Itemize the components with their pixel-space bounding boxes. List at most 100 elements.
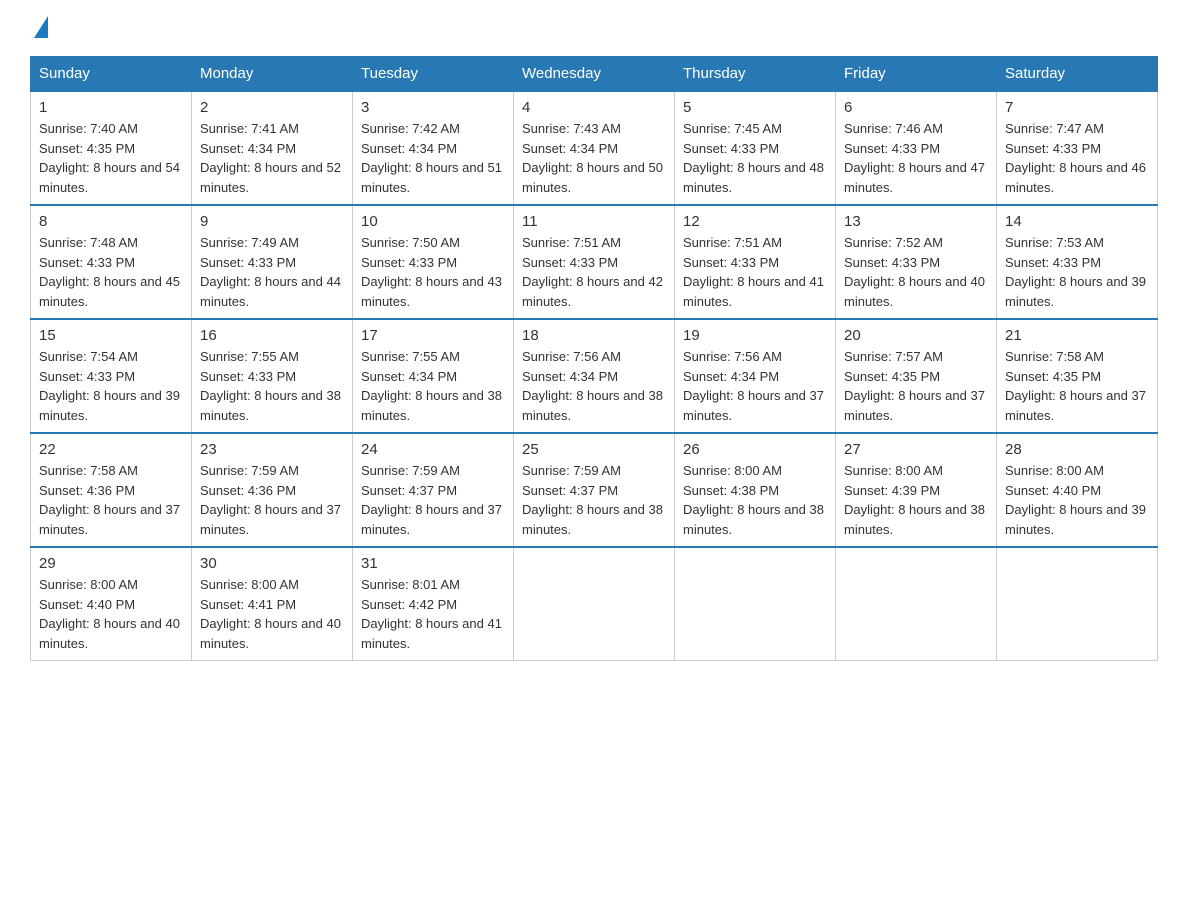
logo-triangle-icon [34, 16, 48, 38]
calendar-cell: 3 Sunrise: 7:42 AMSunset: 4:34 PMDaylight… [353, 91, 514, 205]
day-number: 16 [200, 327, 344, 344]
day-number: 21 [1005, 327, 1149, 344]
day-info: Sunrise: 7:58 AMSunset: 4:36 PMDaylight:… [39, 461, 183, 539]
calendar-cell: 17 Sunrise: 7:55 AMSunset: 4:34 PMDayligh… [353, 319, 514, 433]
day-info: Sunrise: 7:51 AMSunset: 4:33 PMDaylight:… [683, 233, 827, 311]
calendar-cell [997, 547, 1158, 661]
day-number: 6 [844, 99, 988, 116]
day-number: 27 [844, 441, 988, 458]
calendar-cell: 12Sunrise: 7:51 AMSunset: 4:33 PMDayligh… [675, 205, 836, 319]
day-number: 22 [39, 441, 183, 458]
day-number: 3 [361, 99, 505, 116]
day-number: 7 [1005, 99, 1149, 116]
weekday-header-monday: Monday [192, 57, 353, 92]
calendar-cell: 25 Sunrise: 7:59 AMSunset: 4:37 PMDayligh… [514, 433, 675, 547]
calendar-cell: 6Sunrise: 7:46 AMSunset: 4:33 PMDaylight… [836, 91, 997, 205]
day-number: 5 [683, 99, 827, 116]
calendar-cell: 19Sunrise: 7:56 AMSunset: 4:34 PMDayligh… [675, 319, 836, 433]
day-info: Sunrise: 7:49 AMSunset: 4:33 PMDaylight:… [200, 233, 344, 311]
day-number: 15 [39, 327, 183, 344]
day-info: Sunrise: 7:56 AMSunset: 4:34 PMDaylight:… [683, 347, 827, 425]
calendar-cell: 26 Sunrise: 8:00 AMSunset: 4:38 PMDayligh… [675, 433, 836, 547]
calendar-cell: 27 Sunrise: 8:00 AMSunset: 4:39 PMDayligh… [836, 433, 997, 547]
week-row-4: 22 Sunrise: 7:58 AMSunset: 4:36 PMDayligh… [31, 433, 1158, 547]
weekday-header-saturday: Saturday [997, 57, 1158, 92]
calendar-cell: 14 Sunrise: 7:53 AMSunset: 4:33 PMDayligh… [997, 205, 1158, 319]
calendar-cell: 11 Sunrise: 7:51 AMSunset: 4:33 PMDayligh… [514, 205, 675, 319]
weekday-header-wednesday: Wednesday [514, 57, 675, 92]
calendar-cell: 13Sunrise: 7:52 AMSunset: 4:33 PMDayligh… [836, 205, 997, 319]
day-info: Sunrise: 7:55 AMSunset: 4:33 PMDaylight:… [200, 347, 344, 425]
calendar-cell: 28 Sunrise: 8:00 AMSunset: 4:40 PMDayligh… [997, 433, 1158, 547]
calendar-cell: 15 Sunrise: 7:54 AMSunset: 4:33 PMDayligh… [31, 319, 192, 433]
week-row-1: 1 Sunrise: 7:40 AMSunset: 4:35 PMDaylight… [31, 91, 1158, 205]
day-info: Sunrise: 7:58 AMSunset: 4:35 PMDaylight:… [1005, 347, 1149, 425]
day-info: Sunrise: 7:45 AMSunset: 4:33 PMDaylight:… [683, 119, 827, 197]
day-number: 11 [522, 213, 666, 230]
calendar-cell: 24 Sunrise: 7:59 AMSunset: 4:37 PMDayligh… [353, 433, 514, 547]
calendar-cell: 2 Sunrise: 7:41 AMSunset: 4:34 PMDaylight… [192, 91, 353, 205]
day-info: Sunrise: 8:00 AMSunset: 4:40 PMDaylight:… [1005, 461, 1149, 539]
day-info: Sunrise: 8:00 AMSunset: 4:41 PMDaylight:… [200, 575, 344, 653]
day-number: 24 [361, 441, 505, 458]
day-number: 25 [522, 441, 666, 458]
day-info: Sunrise: 8:01 AMSunset: 4:42 PMDaylight:… [361, 575, 505, 653]
day-info: Sunrise: 8:00 AMSunset: 4:38 PMDaylight:… [683, 461, 827, 539]
calendar-cell: 20Sunrise: 7:57 AMSunset: 4:35 PMDayligh… [836, 319, 997, 433]
day-info: Sunrise: 7:41 AMSunset: 4:34 PMDaylight:… [200, 119, 344, 197]
calendar-cell: 9 Sunrise: 7:49 AMSunset: 4:33 PMDaylight… [192, 205, 353, 319]
calendar-table: SundayMondayTuesdayWednesdayThursdayFrid… [30, 56, 1158, 661]
weekday-header-sunday: Sunday [31, 57, 192, 92]
calendar-cell [675, 547, 836, 661]
day-info: Sunrise: 7:54 AMSunset: 4:33 PMDaylight:… [39, 347, 183, 425]
weekday-header-tuesday: Tuesday [353, 57, 514, 92]
page-header [30, 20, 1158, 38]
calendar-cell: 31 Sunrise: 8:01 AMSunset: 4:42 PMDayligh… [353, 547, 514, 661]
day-number: 2 [200, 99, 344, 116]
day-info: Sunrise: 7:59 AMSunset: 4:37 PMDaylight:… [361, 461, 505, 539]
day-info: Sunrise: 7:51 AMSunset: 4:33 PMDaylight:… [522, 233, 666, 311]
day-info: Sunrise: 7:43 AMSunset: 4:34 PMDaylight:… [522, 119, 666, 197]
calendar-cell: 18 Sunrise: 7:56 AMSunset: 4:34 PMDayligh… [514, 319, 675, 433]
day-number: 20 [844, 327, 988, 344]
day-info: Sunrise: 8:00 AMSunset: 4:39 PMDaylight:… [844, 461, 988, 539]
day-number: 28 [1005, 441, 1149, 458]
day-info: Sunrise: 7:56 AMSunset: 4:34 PMDaylight:… [522, 347, 666, 425]
day-number: 31 [361, 555, 505, 572]
calendar-cell: 1 Sunrise: 7:40 AMSunset: 4:35 PMDaylight… [31, 91, 192, 205]
day-info: Sunrise: 7:52 AMSunset: 4:33 PMDaylight:… [844, 233, 988, 311]
day-info: Sunrise: 7:59 AMSunset: 4:37 PMDaylight:… [522, 461, 666, 539]
day-info: Sunrise: 7:40 AMSunset: 4:35 PMDaylight:… [39, 119, 183, 197]
day-info: Sunrise: 7:48 AMSunset: 4:33 PMDaylight:… [39, 233, 183, 311]
day-info: Sunrise: 7:53 AMSunset: 4:33 PMDaylight:… [1005, 233, 1149, 311]
day-number: 30 [200, 555, 344, 572]
day-number: 17 [361, 327, 505, 344]
calendar-cell: 21 Sunrise: 7:58 AMSunset: 4:35 PMDayligh… [997, 319, 1158, 433]
day-number: 8 [39, 213, 183, 230]
calendar-cell: 7Sunrise: 7:47 AMSunset: 4:33 PMDaylight… [997, 91, 1158, 205]
calendar-cell: 4Sunrise: 7:43 AMSunset: 4:34 PMDaylight… [514, 91, 675, 205]
day-number: 29 [39, 555, 183, 572]
calendar-cell: 23Sunrise: 7:59 AMSunset: 4:36 PMDayligh… [192, 433, 353, 547]
logo [30, 20, 48, 38]
weekday-header-friday: Friday [836, 57, 997, 92]
calendar-cell [836, 547, 997, 661]
day-info: Sunrise: 8:00 AMSunset: 4:40 PMDaylight:… [39, 575, 183, 653]
calendar-cell: 16 Sunrise: 7:55 AMSunset: 4:33 PMDayligh… [192, 319, 353, 433]
week-row-2: 8 Sunrise: 7:48 AMSunset: 4:33 PMDaylight… [31, 205, 1158, 319]
calendar-cell [514, 547, 675, 661]
day-number: 1 [39, 99, 183, 116]
calendar-cell: 5 Sunrise: 7:45 AMSunset: 4:33 PMDaylight… [675, 91, 836, 205]
day-number: 18 [522, 327, 666, 344]
day-number: 14 [1005, 213, 1149, 230]
day-info: Sunrise: 7:42 AMSunset: 4:34 PMDaylight:… [361, 119, 505, 197]
day-info: Sunrise: 7:50 AMSunset: 4:33 PMDaylight:… [361, 233, 505, 311]
calendar-cell: 29 Sunrise: 8:00 AMSunset: 4:40 PMDayligh… [31, 547, 192, 661]
calendar-cell: 8 Sunrise: 7:48 AMSunset: 4:33 PMDaylight… [31, 205, 192, 319]
weekday-header-row: SundayMondayTuesdayWednesdayThursdayFrid… [31, 57, 1158, 92]
day-number: 26 [683, 441, 827, 458]
day-info: Sunrise: 7:55 AMSunset: 4:34 PMDaylight:… [361, 347, 505, 425]
day-number: 9 [200, 213, 344, 230]
week-row-5: 29 Sunrise: 8:00 AMSunset: 4:40 PMDayligh… [31, 547, 1158, 661]
day-number: 10 [361, 213, 505, 230]
